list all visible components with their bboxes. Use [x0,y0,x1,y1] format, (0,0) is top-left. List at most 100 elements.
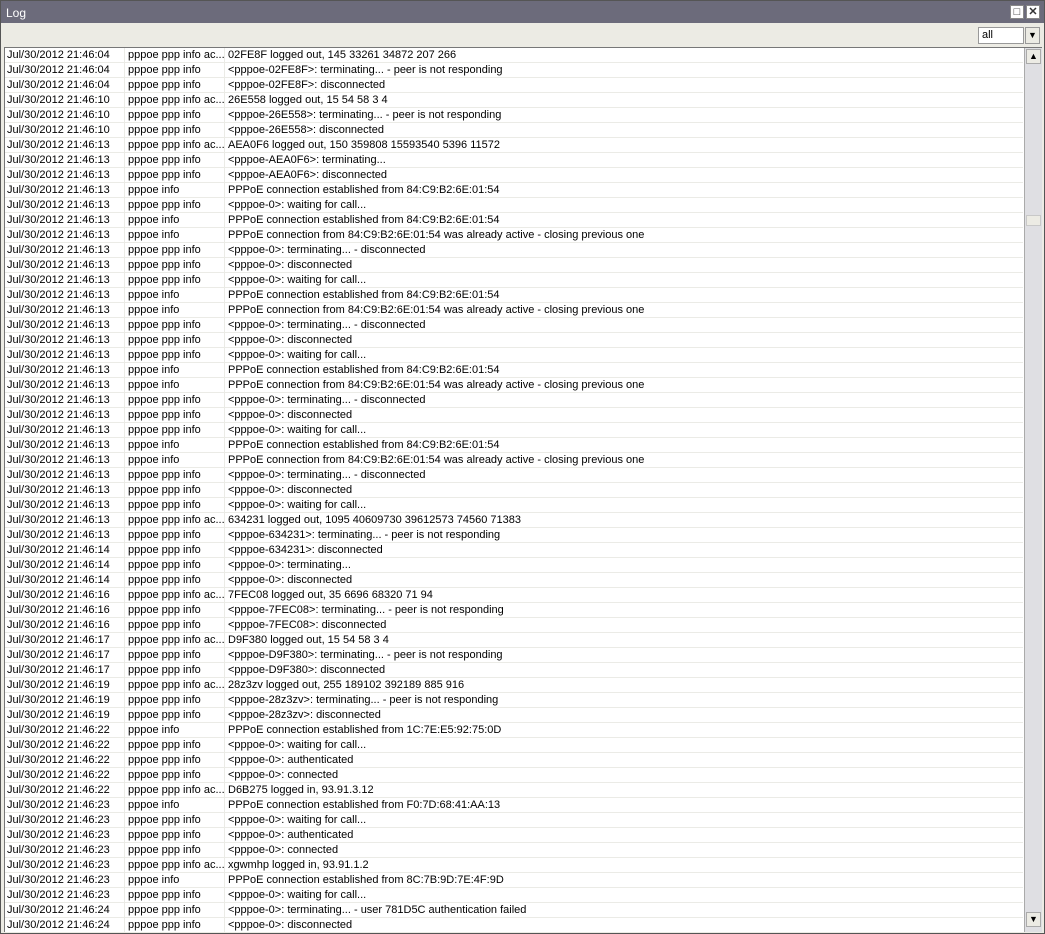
log-time: Jul/30/2012 21:46:24 [7,919,110,931]
log-time: Jul/30/2012 21:46:13 [7,379,110,391]
log-row[interactable]: Jul/30/2012 21:46:04 pppoe ppp info <pppoe… [5,63,1023,78]
log-row[interactable]: Jul/30/2012 21:46:04 pppoe ppp info ac...… [5,48,1023,63]
log-row[interactable]: Jul/30/2012 21:46:14 pppoe ppp info <pppoe… [5,558,1023,573]
log-row[interactable]: Jul/30/2012 21:46:04 pppoe ppp info <pppoe… [5,78,1023,93]
log-time: Jul/30/2012 21:46:13 [7,424,110,436]
log-row[interactable]: Jul/30/2012 21:46:13 pppoe info PPPoE conn… [5,183,1023,198]
log-row[interactable]: Jul/30/2012 21:46:13 pppoe ppp info <pppoe… [5,318,1023,333]
log-row[interactable]: Jul/30/2012 21:46:13 pppoe ppp info <pppoe… [5,393,1023,408]
log-row[interactable]: Jul/30/2012 21:46:10 pppoe ppp info <pppoe… [5,108,1023,123]
log-row[interactable]: Jul/30/2012 21:46:13 pppoe ppp info <pppoe… [5,408,1023,423]
log-time: Jul/30/2012 21:46:10 [7,124,110,136]
log-message: <pppoe-0>: waiting for call... [228,274,367,286]
log-row[interactable]: Jul/30/2012 21:46:10 pppoe ppp info ac...… [5,93,1023,108]
log-row[interactable]: Jul/30/2012 21:46:13 pppoe info PPPoE conn… [5,453,1023,468]
log-row[interactable]: Jul/30/2012 21:46:23 pppoe ppp info <pppoe… [5,813,1023,828]
log-message: <pppoe-0>: disconnected [228,919,353,931]
log-topics: pppoe ppp info [128,844,201,856]
log-topics: pppoe ppp info [128,319,201,331]
column-separator [224,48,225,932]
maximize-icon[interactable]: □ [1010,5,1024,19]
log-time: Jul/30/2012 21:46:13 [7,199,110,211]
log-time: Jul/30/2012 21:46:13 [7,364,110,376]
close-icon[interactable]: ✕ [1026,5,1040,19]
log-row[interactable]: Jul/30/2012 21:46:13 pppoe ppp info <pppoe… [5,348,1023,363]
log-row[interactable]: Jul/30/2012 21:46:13 pppoe info PPPoE conn… [5,438,1023,453]
log-row[interactable]: Jul/30/2012 21:46:22 pppoe ppp info <pppoe… [5,753,1023,768]
log-row[interactable]: Jul/30/2012 21:46:23 pppoe ppp info <pppoe… [5,888,1023,903]
log-message: <pppoe-D9F380>: terminating... - peer is… [228,649,503,661]
log-row[interactable]: Jul/30/2012 21:46:13 pppoe ppp info <pppoe… [5,423,1023,438]
log-row[interactable]: Jul/30/2012 21:46:22 pppoe ppp info ac...… [5,783,1023,798]
scroll-up-icon[interactable]: ▲ [1026,49,1041,64]
log-row[interactable]: Jul/30/2012 21:46:19 pppoe ppp info ac...… [5,678,1023,693]
log-row[interactable]: Jul/30/2012 21:46:19 pppoe ppp info <pppoe… [5,708,1023,723]
log-row[interactable]: Jul/30/2012 21:46:13 pppoe info PPPoE conn… [5,213,1023,228]
log-row[interactable]: Jul/30/2012 21:46:23 pppoe ppp info <pppoe… [5,828,1023,843]
scrollbar-thumb[interactable] [1026,215,1041,227]
log-row[interactable]: Jul/30/2012 21:46:23 pppoe ppp info ac...… [5,858,1023,873]
log-message: AEA0F6 logged out, 150 359808 15593540 5… [228,139,500,151]
log-row[interactable]: Jul/30/2012 21:46:17 pppoe ppp info ac...… [5,633,1023,648]
log-row[interactable]: Jul/30/2012 21:46:23 pppoe ppp info <pppoe… [5,843,1023,858]
log-topics: pppoe ppp info ac... [128,139,225,151]
topic-filter-select[interactable]: all [978,27,1024,44]
log-time: Jul/30/2012 21:46:23 [7,859,110,871]
log-row[interactable]: Jul/30/2012 21:46:13 pppoe info PPPoE conn… [5,378,1023,393]
log-row[interactable]: Jul/30/2012 21:46:13 pppoe ppp info <pppoe… [5,333,1023,348]
log-row[interactable]: Jul/30/2012 21:46:23 pppoe info PPPoE conn… [5,873,1023,888]
log-time: Jul/30/2012 21:46:13 [7,394,110,406]
log-row[interactable]: Jul/30/2012 21:46:23 pppoe info PPPoE conn… [5,798,1023,813]
log-row[interactable]: Jul/30/2012 21:46:13 pppoe ppp info ac...… [5,138,1023,153]
log-row[interactable]: Jul/30/2012 21:46:14 pppoe ppp info <pppoe… [5,543,1023,558]
log-row[interactable]: Jul/30/2012 21:46:16 pppoe ppp info <pppoe… [5,618,1023,633]
log-row[interactable]: Jul/30/2012 21:46:16 pppoe ppp info <pppoe… [5,603,1023,618]
log-row[interactable]: Jul/30/2012 21:46:10 pppoe ppp info <pppoe… [5,123,1023,138]
log-row[interactable]: Jul/30/2012 21:46:17 pppoe ppp info <pppoe… [5,663,1023,678]
log-row[interactable]: Jul/30/2012 21:46:13 pppoe ppp info <pppoe… [5,243,1023,258]
log-time: Jul/30/2012 21:46:22 [7,739,110,751]
log-row[interactable]: Jul/30/2012 21:46:19 pppoe ppp info <pppoe… [5,693,1023,708]
log-message: <pppoe-0>: terminating... - disconnected [228,469,426,481]
log-row[interactable]: Jul/30/2012 21:46:13 pppoe ppp info <pppoe… [5,273,1023,288]
log-message: PPPoE connection from 84:C9:B2:6E:01:54 … [228,229,645,241]
log-time: Jul/30/2012 21:46:13 [7,244,110,256]
log-message: xgwmhp logged in, 93.91.1.2 [228,859,369,871]
log-message: <pppoe-28z3zv>: terminating... - peer is… [228,694,499,706]
title-bar[interactable]: Log □ ✕ [1,1,1044,23]
log-message: <pppoe-7FEC08>: terminating... - peer is… [228,604,504,616]
log-row[interactable]: Jul/30/2012 21:46:17 pppoe ppp info <pppoe… [5,648,1023,663]
log-row[interactable]: Jul/30/2012 21:46:24 pppoe ppp info <pppoe… [5,918,1023,932]
log-row[interactable]: Jul/30/2012 21:46:14 pppoe ppp info <pppoe… [5,573,1023,588]
log-row[interactable]: Jul/30/2012 21:46:13 pppoe ppp info <pppoe… [5,258,1023,273]
vertical-scrollbar[interactable]: ▲ ▼ [1024,48,1042,932]
log-time: Jul/30/2012 21:46:24 [7,904,110,916]
log-message: <pppoe-0>: authenticated [228,829,354,841]
log-row[interactable]: Jul/30/2012 21:46:13 pppoe info PPPoE conn… [5,228,1023,243]
log-row[interactable]: Jul/30/2012 21:46:13 pppoe ppp info <pppoe… [5,528,1023,543]
log-row[interactable]: Jul/30/2012 21:46:13 pppoe ppp info <pppoe… [5,468,1023,483]
log-row[interactable]: Jul/30/2012 21:46:24 pppoe ppp info <pppoe… [5,903,1023,918]
log-row[interactable]: Jul/30/2012 21:46:13 pppoe info PPPoE conn… [5,303,1023,318]
log-row[interactable]: Jul/30/2012 21:46:13 pppoe info PPPoE conn… [5,363,1023,378]
log-time: Jul/30/2012 21:46:16 [7,619,110,631]
log-time: Jul/30/2012 21:46:10 [7,109,110,121]
log-row[interactable]: Jul/30/2012 21:46:22 pppoe ppp info <pppoe… [5,738,1023,753]
scroll-down-icon[interactable]: ▼ [1026,912,1041,927]
log-row[interactable]: Jul/30/2012 21:46:22 pppoe ppp info <pppoe… [5,768,1023,783]
log-row[interactable]: Jul/30/2012 21:46:22 pppoe info PPPoE conn… [5,723,1023,738]
log-row[interactable]: Jul/30/2012 21:46:13 pppoe ppp info <pppoe… [5,483,1023,498]
log-row[interactable]: Jul/30/2012 21:46:13 pppoe info PPPoE conn… [5,288,1023,303]
log-row[interactable]: Jul/30/2012 21:46:13 pppoe ppp info <pppoe… [5,498,1023,513]
log-message: PPPoE connection from 84:C9:B2:6E:01:54 … [228,379,645,391]
log-time: Jul/30/2012 21:46:17 [7,649,110,661]
log-row[interactable]: Jul/30/2012 21:46:13 pppoe ppp info <pppoe… [5,198,1023,213]
log-topics: pppoe ppp info [128,244,201,256]
log-topics: pppoe ppp info ac... [128,634,225,646]
log-row[interactable]: Jul/30/2012 21:46:13 pppoe ppp info ac...… [5,513,1023,528]
log-row[interactable]: Jul/30/2012 21:46:16 pppoe ppp info ac...… [5,588,1023,603]
log-row[interactable]: Jul/30/2012 21:46:13 pppoe ppp info <pppoe… [5,168,1023,183]
log-row[interactable]: Jul/30/2012 21:46:13 pppoe ppp info <pppoe… [5,153,1023,168]
window-title: Log [6,6,27,20]
scroll-to-end-icon[interactable]: ▼ [1025,27,1040,44]
